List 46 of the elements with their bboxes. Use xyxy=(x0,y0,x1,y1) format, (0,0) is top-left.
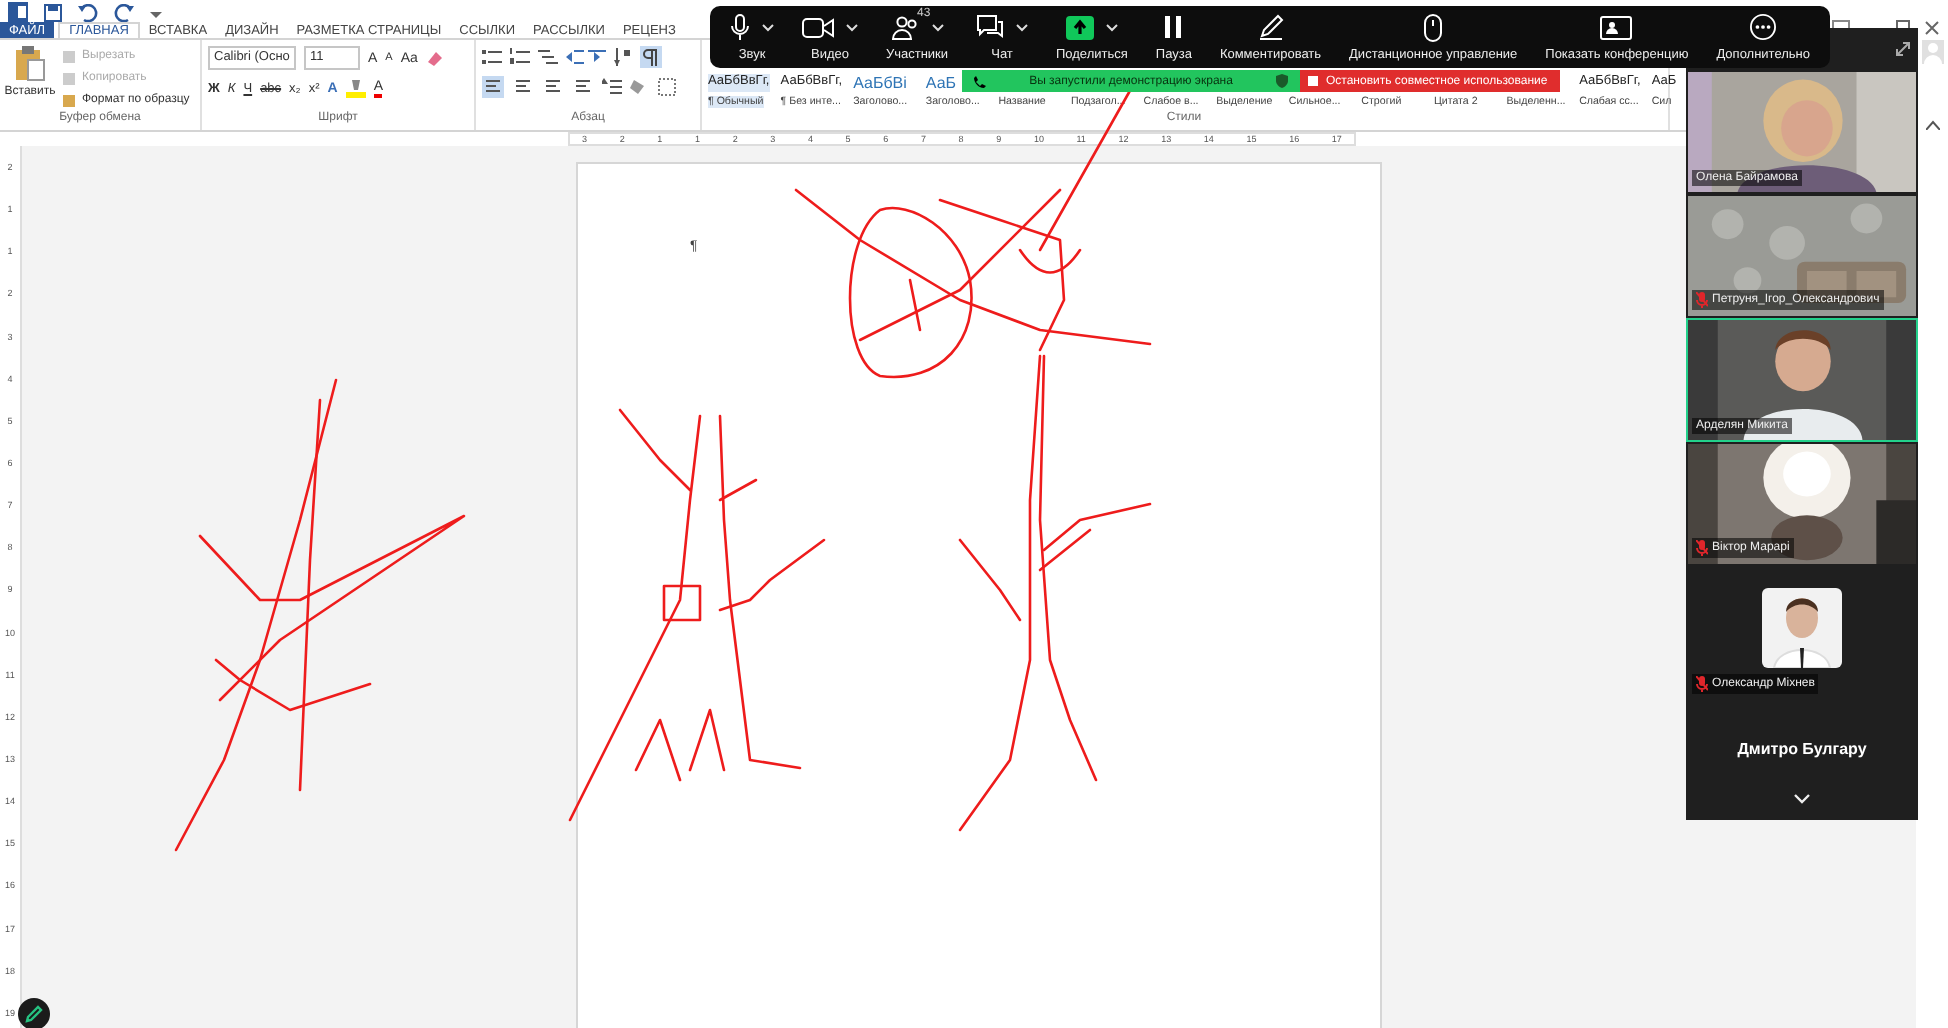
pencil-icon xyxy=(1257,14,1284,40)
pilcrow-icon[interactable] xyxy=(640,46,662,68)
mouse-icon xyxy=(1424,13,1443,41)
undo-icon[interactable] xyxy=(78,3,98,21)
chat-icon xyxy=(976,14,1005,40)
pencil-icon[interactable] xyxy=(18,998,50,1028)
borders-icon[interactable] xyxy=(658,78,676,96)
stop-icon xyxy=(1308,76,1318,86)
customize-icon[interactable] xyxy=(150,6,162,18)
participant-name: Дмитро Булгару xyxy=(1737,739,1867,757)
multilevel-list-icon[interactable] xyxy=(538,48,558,66)
share-screen-icon xyxy=(1065,15,1094,39)
clipboard-icon xyxy=(14,46,46,82)
microphone-icon xyxy=(730,13,750,41)
pause-icon xyxy=(1164,16,1183,38)
caret-icon[interactable] xyxy=(931,23,943,31)
align-icon[interactable] xyxy=(512,76,534,98)
people-icon xyxy=(891,15,919,39)
save-icon[interactable] xyxy=(44,3,62,21)
highlighter-icon[interactable] xyxy=(345,78,366,98)
sort-icon[interactable] xyxy=(614,48,632,66)
participant-tile[interactable]: Дмитро Булгару xyxy=(1686,702,1918,794)
align-icon[interactable] xyxy=(482,76,504,98)
collapse-ribbon-icon[interactable] xyxy=(1925,120,1939,130)
align-icon[interactable] xyxy=(542,76,564,98)
caret-icon[interactable] xyxy=(762,23,774,31)
more-icon xyxy=(1750,14,1777,40)
caret-icon[interactable] xyxy=(1016,23,1029,31)
style-sample[interactable]: АаБ xyxy=(925,74,957,92)
bullet-list-icon[interactable] xyxy=(482,48,502,66)
redo-icon[interactable] xyxy=(114,3,134,21)
caret-icon[interactable] xyxy=(845,23,858,31)
align-icon[interactable] xyxy=(572,76,594,98)
screen-icon xyxy=(1600,15,1633,39)
eraser-icon[interactable] xyxy=(425,49,444,67)
numbered-list-icon[interactable] xyxy=(510,48,530,66)
indent-icon[interactable] xyxy=(566,48,606,66)
expand-icon[interactable] xyxy=(1896,42,1910,56)
camera-icon xyxy=(801,17,834,37)
phone-icon xyxy=(974,75,986,87)
line-spacing-icon[interactable] xyxy=(602,78,622,96)
caret-icon[interactable] xyxy=(1105,23,1118,31)
chevron-down-icon[interactable] xyxy=(1794,794,1810,804)
shading-icon[interactable] xyxy=(630,78,650,96)
style-sample[interactable]: АаБбВі xyxy=(853,74,907,92)
shield-icon xyxy=(1276,74,1288,88)
